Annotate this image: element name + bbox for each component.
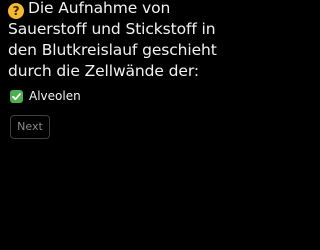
answer-label: Alveolen bbox=[29, 89, 81, 103]
quiz-screen: ? Die Aufnahme von Sauerstoff und Stickst… bbox=[0, 0, 250, 250]
question-text: Die Aufnahme von Sauerstoff und Sticksto… bbox=[8, 0, 217, 80]
answer-option: Alveolen bbox=[10, 88, 81, 104]
question-mark-icon: ? bbox=[8, 3, 24, 19]
question-text-block: ? Die Aufnahme von Sauerstoff und Stickst… bbox=[8, 0, 248, 82]
checkmark-icon bbox=[10, 89, 23, 103]
next-button[interactable]: Next bbox=[10, 115, 50, 139]
